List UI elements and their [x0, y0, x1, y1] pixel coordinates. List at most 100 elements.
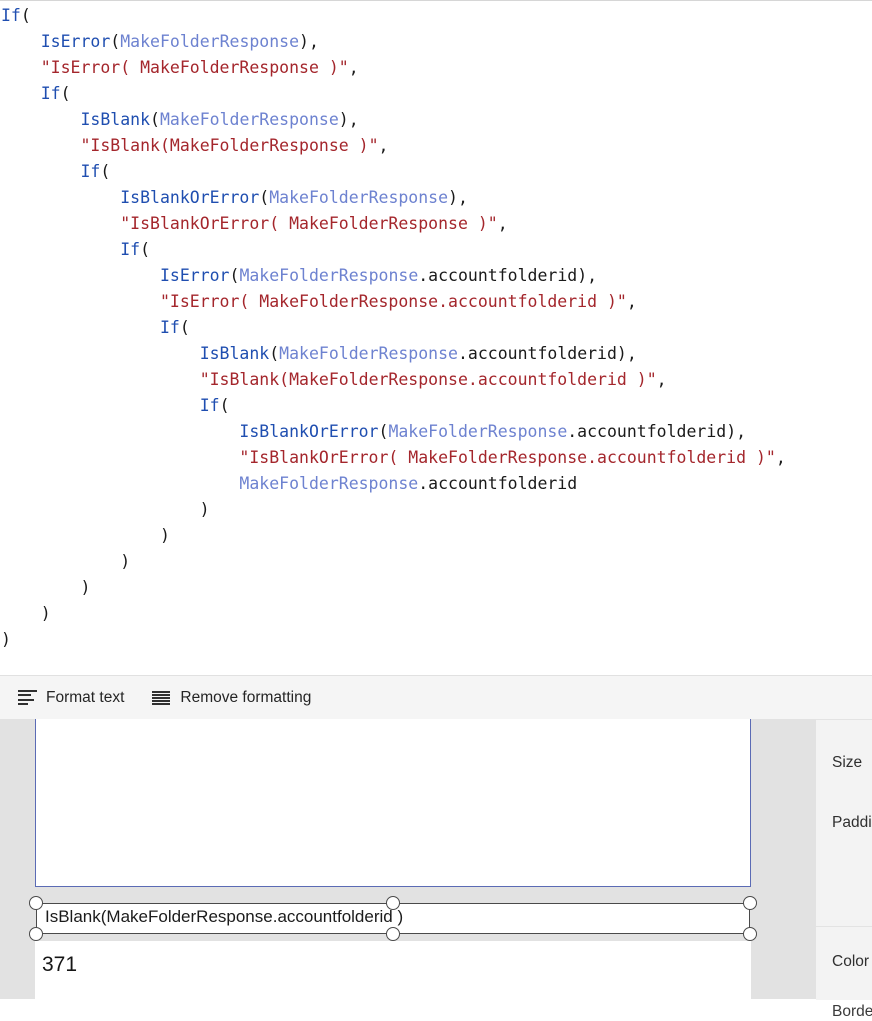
below-label-control[interactable]: 371 [35, 941, 751, 999]
code-token-pn [1, 318, 160, 337]
resize-handle-top-left[interactable] [29, 896, 43, 910]
code-token-fn: If [159, 318, 180, 337]
code-token-pn: ) [1, 552, 131, 571]
remove-formatting-button[interactable]: Remove formatting [136, 676, 323, 719]
code-token-fn: IsError [159, 266, 230, 285]
code-token-pn: ), [299, 32, 319, 51]
code-token-pn: ( [219, 396, 230, 415]
designer-area: IsBlank(MakeFolderResponse.accountfolder… [0, 719, 872, 999]
code-token-pn [1, 136, 80, 155]
code-token-pn: ( [110, 32, 121, 51]
code-token-str: "IsBlank(MakeFolderResponse )" [80, 136, 379, 155]
lines-icon [152, 690, 171, 705]
formula-line: If( [0, 159, 786, 185]
formula-line: "IsBlankOrError( MakeFolderResponse.acco… [0, 445, 786, 471]
code-token-pn: ) [1, 630, 11, 649]
code-token-pn: ), [338, 110, 359, 129]
code-token-pn [1, 240, 120, 259]
property-row-size[interactable]: Size [832, 754, 862, 772]
power-apps-editor: If( IsError(MakeFolderResponse), "IsErro… [0, 0, 872, 1020]
code-token-pn [1, 396, 200, 415]
formula-line: MakeFolderResponse.accountfolderid [0, 471, 786, 497]
resize-handle-bottom-right[interactable] [743, 927, 757, 941]
code-token-pn: .accountfolderid), [418, 266, 598, 285]
code-token-fn: If [199, 396, 220, 415]
property-row-color[interactable]: Color [832, 953, 869, 971]
code-token-fn: IsBlank [199, 344, 270, 363]
code-token-var: MakeFolderResponse [269, 188, 449, 207]
code-token-pn: ( [179, 318, 190, 337]
formula-line: If( [0, 237, 786, 263]
selected-label-control[interactable]: IsBlank(MakeFolderResponse.accountfolder… [29, 896, 757, 941]
code-token-pn: , [348, 58, 359, 77]
code-token-pn: .accountfolderid), [457, 344, 637, 363]
resize-handle-top-center[interactable] [386, 896, 400, 910]
resize-handle-top-right[interactable] [743, 896, 757, 910]
code-token-pn: ( [269, 344, 280, 363]
formula-line: IsBlankOrError(MakeFolderResponse), [0, 185, 786, 211]
code-token-pn: .accountfolderid), [567, 422, 747, 441]
code-token-pn: ( [60, 84, 71, 103]
formula-line: ) [0, 523, 786, 549]
label-control-text: IsBlank(MakeFolderResponse.accountfolder… [45, 907, 404, 926]
formula-line: If( [0, 81, 786, 107]
code-token-var: MakeFolderResponse [239, 474, 419, 493]
code-token-pn: , [775, 448, 786, 467]
code-token-var: MakeFolderResponse [388, 422, 568, 441]
code-token-pn: ) [1, 604, 51, 623]
formula-line: IsBlank(MakeFolderResponse), [0, 107, 786, 133]
code-token-pn: ( [100, 162, 111, 181]
code-token-pn [1, 110, 80, 129]
formula-line: ) [0, 497, 786, 523]
code-token-pn: ( [140, 240, 151, 259]
code-token-str: "IsBlankOrError( MakeFolderResponse )" [120, 214, 498, 233]
format-text-button[interactable]: Format text [0, 676, 136, 719]
format-text-label: Format text [46, 688, 125, 706]
formula-line: If( [0, 3, 786, 29]
code-token-str: "IsError( MakeFolderResponse )" [40, 58, 349, 77]
resize-handle-bottom-center[interactable] [386, 927, 400, 941]
code-token-fn: IsError [40, 32, 111, 51]
formula-line: If( [0, 315, 786, 341]
formula-editor[interactable]: If( IsError(MakeFolderResponse), "IsErro… [0, 0, 872, 676]
format-toolbar: Format text Remove formatting [0, 675, 872, 720]
code-token-pn: , [656, 370, 667, 389]
properties-group-color: Color Border [816, 926, 872, 1020]
code-token-pn: , [497, 214, 508, 233]
code-token-pn: , [378, 136, 389, 155]
align-left-icon [18, 690, 37, 705]
formula-line: "IsBlank(MakeFolderResponse )", [0, 133, 786, 159]
code-token-pn [1, 214, 120, 233]
code-token-pn [1, 58, 41, 77]
below-label-text: 371 [42, 953, 78, 976]
code-token-var: MakeFolderResponse [120, 32, 300, 51]
code-token-fn: IsBlankOrError [120, 188, 260, 207]
formula-line: ) [0, 627, 786, 653]
code-token-pn: ( [20, 6, 31, 25]
code-token-pn [1, 344, 200, 363]
code-token-pn: ) [1, 500, 210, 519]
formula-line: ) [0, 575, 786, 601]
code-token-pn: ) [1, 578, 91, 597]
formula-line: "IsError( MakeFolderResponse )", [0, 55, 786, 81]
property-row-border[interactable]: Border [832, 1003, 872, 1021]
formula-line: ) [0, 549, 786, 575]
formula-line: IsBlank(MakeFolderResponse.accountfolder… [0, 341, 786, 367]
code-token-pn: ) [1, 526, 170, 545]
code-token-pn: , [626, 292, 637, 311]
resize-handle-bottom-left[interactable] [29, 927, 43, 941]
properties-group-layout: Size Padding [816, 719, 872, 926]
formula-line: IsBlankOrError(MakeFolderResponse.accoun… [0, 419, 786, 445]
code-token-var: MakeFolderResponse [279, 344, 458, 363]
code-token-pn: ), [448, 188, 468, 207]
code-token-pn [1, 162, 80, 181]
app-canvas[interactable] [35, 719, 751, 887]
formula-line: If( [0, 393, 786, 419]
code-token-pn [1, 188, 120, 207]
property-row-padding[interactable]: Padding [832, 814, 872, 832]
code-token-pn [1, 448, 239, 467]
code-token-pn: ( [150, 110, 160, 129]
code-token-fn: If [1, 6, 21, 25]
code-token-pn [1, 32, 41, 51]
formula-code[interactable]: If( IsError(MakeFolderResponse), "IsErro… [0, 3, 786, 653]
